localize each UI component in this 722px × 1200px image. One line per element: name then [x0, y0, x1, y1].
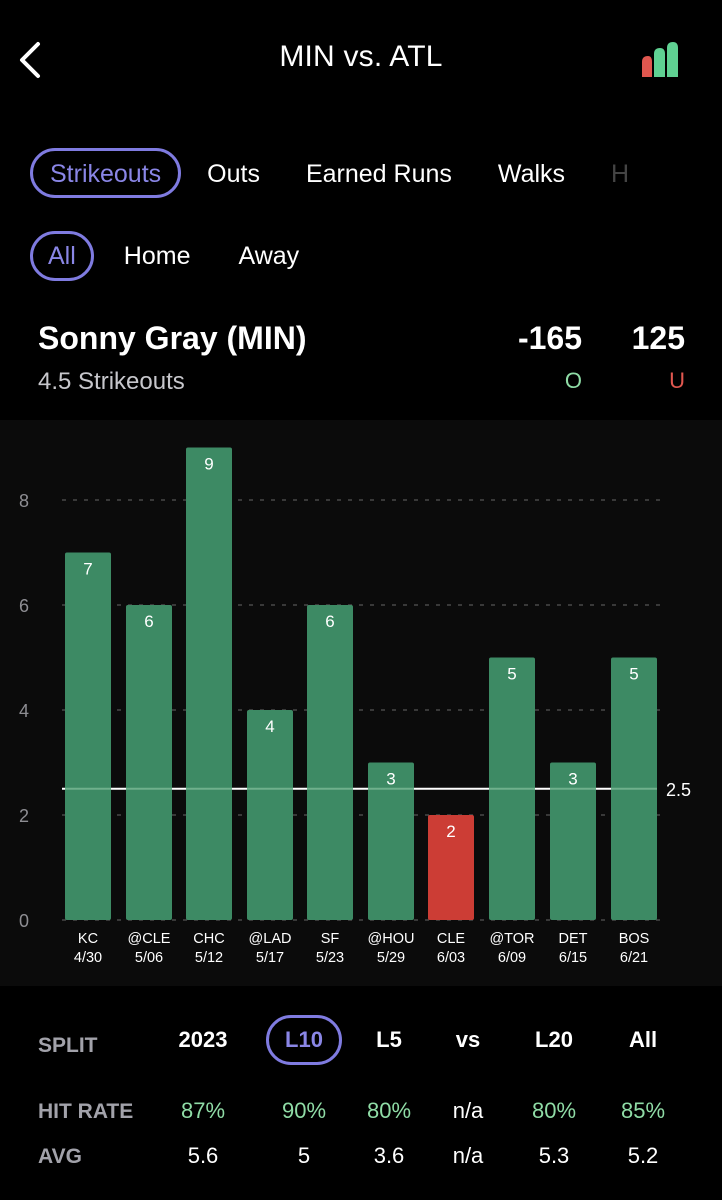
- filter-away[interactable]: Away: [220, 231, 317, 281]
- x-tick-date: 5/29: [377, 950, 405, 966]
- split-option-l10[interactable]: L10: [266, 1015, 342, 1065]
- avg-value: n/a: [452, 1143, 484, 1168]
- bar-value-label: 2: [446, 822, 455, 841]
- avg-value: 5.2: [627, 1143, 659, 1168]
- hit-rate-value: 90%: [281, 1098, 327, 1123]
- hit-rate-value: 85%: [620, 1098, 666, 1123]
- x-tick-date: 6/21: [620, 950, 648, 966]
- bar: [307, 605, 353, 920]
- split-option-l20[interactable]: L20: [519, 1015, 589, 1065]
- tab-walks[interactable]: Walks: [478, 148, 585, 198]
- filter-home[interactable]: Home: [106, 231, 209, 281]
- x-tick-opponent: @LAD: [249, 931, 292, 947]
- bar-value-label: 3: [568, 770, 577, 789]
- splits-table: SPLIT HIT RATE AVG 2023 87% 5.6 L10 90% 5 L5 80…: [0, 986, 722, 1200]
- x-tick-date: 5/12: [195, 950, 223, 966]
- split-option-vs[interactable]: vs: [433, 1015, 503, 1065]
- x-tick-opponent: CLE: [437, 931, 466, 947]
- bar-value-label: 9: [204, 455, 213, 474]
- y-tick-label: 8: [19, 491, 29, 511]
- x-tick-date: 5/17: [256, 950, 284, 966]
- strikeouts-bar-chart: 0 2 4 6 8 2.5 7 KC 4/30 6 @CLE 5/06 9 CHC 5/12 4 @LAD 5/1…: [19, 447, 691, 966]
- reference-line-label: 2.5: [666, 780, 691, 800]
- bar: [65, 552, 111, 920]
- bar-value-label: 6: [325, 612, 334, 631]
- x-tick-opponent: CHC: [193, 931, 224, 947]
- over-label: O: [564, 368, 582, 393]
- y-tick-label: 6: [19, 596, 29, 616]
- tab-strikeouts[interactable]: Strikeouts: [30, 148, 182, 198]
- location-filters: All Home Away: [30, 230, 325, 282]
- x-tick-opponent: KC: [78, 931, 98, 947]
- x-tick-opponent: SF: [321, 931, 340, 947]
- bar: [247, 710, 293, 920]
- y-tick-label: 4: [19, 701, 29, 721]
- avg-value: 5.3: [538, 1143, 570, 1168]
- split-option-2023[interactable]: 2023: [168, 1015, 238, 1065]
- x-tick-opponent: @CLE: [128, 931, 171, 947]
- page-title: MIN vs. ATL: [279, 40, 443, 73]
- x-tick-opponent: DET: [559, 931, 588, 947]
- x-tick-date: 5/23: [316, 950, 344, 966]
- hit-rate-value: 80%: [531, 1098, 577, 1123]
- stat-tabs: Strikeouts Outs Earned Runs Walks H: [30, 146, 651, 200]
- hit-rate-value: 80%: [366, 1098, 412, 1123]
- x-tick-date: 5/06: [135, 950, 163, 966]
- over-odds[interactable]: -165: [480, 320, 582, 357]
- y-tick-label: 0: [19, 911, 29, 931]
- bar: [186, 447, 232, 920]
- stats-button[interactable]: [638, 40, 682, 80]
- x-tick-opponent: BOS: [619, 931, 650, 947]
- x-tick-date: 6/09: [498, 950, 526, 966]
- avg-value: 3.6: [373, 1143, 405, 1168]
- hit-rate-row-label: HIT RATE: [38, 1100, 134, 1123]
- bar-value-label: 4: [265, 717, 274, 736]
- under-odds[interactable]: 125: [600, 320, 685, 357]
- filter-all[interactable]: All: [30, 231, 94, 281]
- bar-value-label: 3: [386, 770, 395, 789]
- tab-outs[interactable]: Outs: [187, 148, 280, 198]
- avg-row-label: AVG: [38, 1145, 82, 1168]
- x-tick-opponent: @TOR: [489, 931, 534, 947]
- bar-value-label: 6: [144, 612, 153, 631]
- x-tick-date: 6/03: [437, 950, 465, 966]
- bar-chart-icon: [642, 42, 678, 77]
- avg-value: 5: [297, 1143, 311, 1168]
- split-option-all[interactable]: All: [608, 1015, 678, 1065]
- bar-value-label: 5: [507, 665, 516, 684]
- hit-rate-value: 87%: [180, 1098, 226, 1123]
- bar-value-label: 7: [83, 560, 92, 579]
- chart-area: 0 2 4 6 8 2.5 7 KC 4/30 6 @CLE 5/06 9 CHC 5/12 4 @LAD 5/1…: [0, 420, 722, 986]
- x-tick-date: 4/30: [74, 950, 102, 966]
- y-tick-label: 2: [19, 806, 29, 826]
- bar-value-label: 5: [629, 665, 638, 684]
- x-tick-opponent: @HOU: [368, 931, 415, 947]
- prop-line: 4.5 Strikeouts: [38, 368, 185, 395]
- under-label: U: [669, 368, 685, 393]
- split-option-l5[interactable]: L5: [354, 1015, 424, 1065]
- tab-hits[interactable]: H: [591, 148, 649, 198]
- avg-value: 5.6: [187, 1143, 219, 1168]
- split-row-label: SPLIT: [38, 1034, 98, 1057]
- x-tick-date: 6/15: [559, 950, 587, 966]
- player-name: Sonny Gray (MIN): [38, 320, 307, 356]
- hit-rate-value: n/a: [452, 1098, 484, 1123]
- bar: [126, 605, 172, 920]
- tab-earned-runs[interactable]: Earned Runs: [286, 148, 472, 198]
